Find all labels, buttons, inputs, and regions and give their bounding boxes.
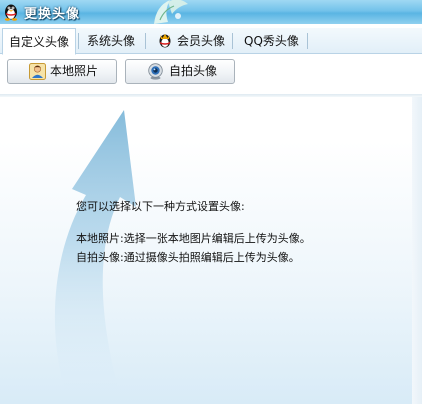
tab-qqshow-avatar[interactable]: QQ秀头像 [244, 28, 299, 54]
action-toolbar: 本地照片 自拍头像 [0, 55, 422, 95]
webcam-icon [148, 63, 163, 80]
tab-label: 会员头像 [177, 34, 226, 48]
tab-member-avatar[interactable]: 会员头像 [157, 28, 225, 54]
tab-custom-avatar[interactable]: 自定义头像 [2, 28, 77, 55]
change-avatar-window: 更换头像 自定义头像 系统头像 会员头像 QQ秀头像 本地照片 自拍头像 您可以… [0, 0, 422, 404]
selfie-label: 自拍头像 [169, 64, 218, 78]
content-edge [412, 97, 422, 404]
tab-divider [232, 33, 233, 49]
window-title: 更换头像 [24, 7, 81, 22]
tab-system-avatar[interactable]: 系统头像 [87, 28, 135, 54]
vip-icon [159, 34, 171, 48]
leaf-decoration-icon [154, 0, 188, 24]
instruction-selfie: 自拍头像:通过摄像头拍照编辑后上传为头像。 [76, 251, 300, 264]
tab-label: 自定义头像 [9, 35, 70, 49]
local-photo-button[interactable]: 本地照片 [7, 59, 117, 84]
instruction-intro: 您可以选择以下一种方式设置头像: [76, 200, 245, 213]
tab-label: 系统头像 [87, 34, 136, 48]
tab-bar: 自定义头像 系统头像 会员头像 QQ秀头像 [0, 28, 422, 55]
tab-divider [78, 33, 79, 49]
tab-divider [145, 33, 146, 49]
local-photo-label: 本地照片 [50, 64, 99, 78]
title-bar[interactable]: 更换头像 [0, 0, 422, 24]
user-photo-icon [29, 63, 46, 80]
toolbar-divider [0, 94, 422, 97]
tab-label: QQ秀头像 [244, 34, 299, 48]
instruction-local-photo: 本地照片:选择一张本地图片编辑后上传为头像。 [76, 232, 311, 245]
selfie-button[interactable]: 自拍头像 [125, 59, 235, 84]
qq-penguin-icon [4, 4, 18, 21]
tab-divider [307, 33, 308, 49]
